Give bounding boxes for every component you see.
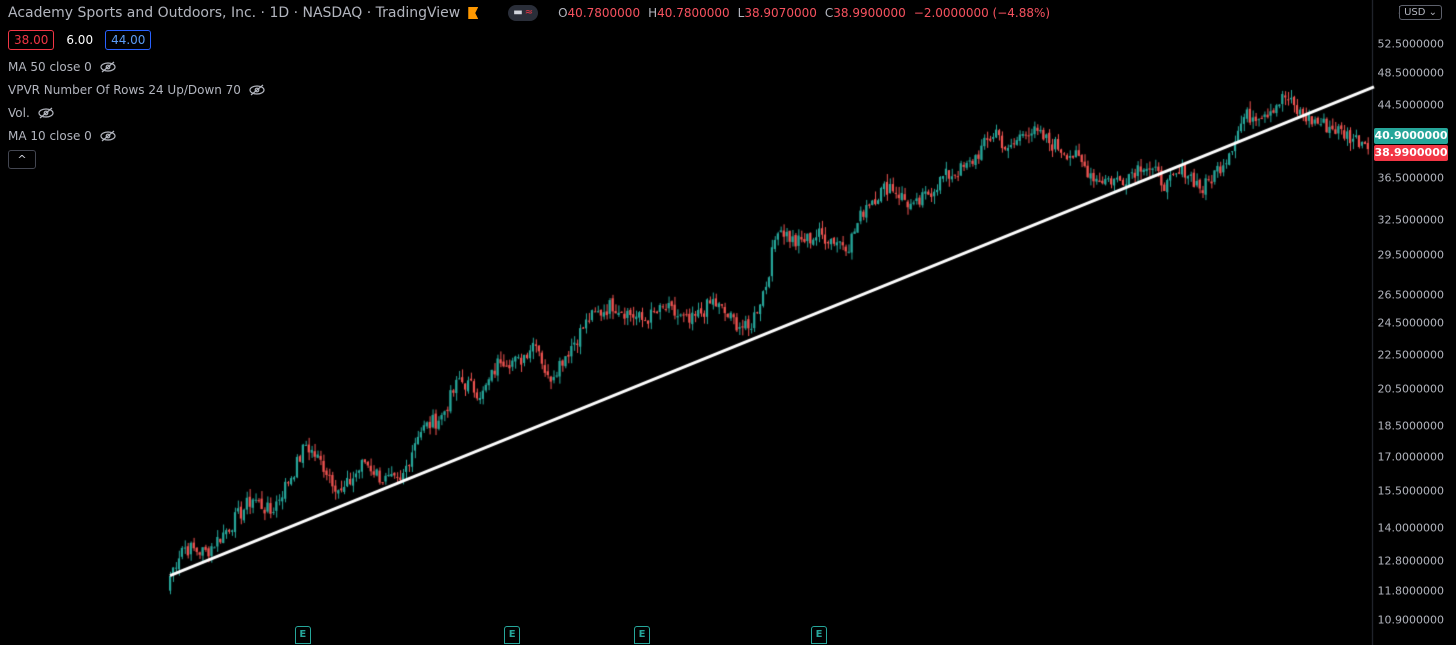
y-tick-label: 18.5000000 bbox=[1377, 419, 1444, 433]
price-tag-green: 40.9000000 bbox=[1374, 127, 1448, 144]
ohlc-open: O40.7800000 bbox=[558, 6, 641, 20]
y-tick-label: 17.0000000 bbox=[1377, 450, 1444, 464]
y-tick-label: 22.5000000 bbox=[1377, 348, 1444, 362]
indicator-toggle[interactable]: ▬ ≈ bbox=[508, 5, 539, 21]
indicator-label: MA 50 close 0 bbox=[8, 60, 92, 74]
indicator-label: Vol. bbox=[8, 106, 30, 120]
y-tick-label: 26.5000000 bbox=[1377, 288, 1444, 302]
eye-hidden-icon[interactable] bbox=[249, 84, 265, 96]
indicator-label: MA 10 close 0 bbox=[8, 129, 92, 143]
y-tick-label: 36.5000000 bbox=[1377, 171, 1444, 184]
y-tick-label: 32.5000000 bbox=[1377, 213, 1444, 227]
eye-hidden-icon[interactable] bbox=[100, 130, 116, 142]
y-tick-label: 48.5000000 bbox=[1377, 66, 1444, 80]
y-tick-label: 24.5000000 bbox=[1377, 316, 1444, 330]
indicator-label: VPVR Number Of Rows 24 Up/Down 70 bbox=[8, 83, 241, 97]
minus-icon: ▬ bbox=[513, 7, 523, 18]
price-tag-last: 38.9900000 bbox=[1374, 145, 1448, 162]
indicator-ma10[interactable]: MA 10 close 0 bbox=[8, 129, 116, 143]
earnings-marker[interactable]: E bbox=[811, 626, 827, 644]
ohlc-low: L38.9070000 bbox=[737, 6, 817, 20]
earnings-marker[interactable]: E bbox=[504, 626, 521, 644]
y-tick-label: 52.5000000 bbox=[1377, 37, 1444, 51]
trade-boxes: 38.00 6.00 44.00 bbox=[8, 30, 152, 50]
y-tick-label: 14.0000000 bbox=[1377, 521, 1444, 535]
ohlc-close: C38.9900000 bbox=[824, 6, 906, 20]
ohlc-values: O40.7800000 H40.7800000 L38.9070000 C38.… bbox=[558, 6, 1050, 20]
wave-icon: ≈ bbox=[524, 7, 534, 18]
indicator-vpvr[interactable]: VPVR Number Of Rows 24 Up/Down 70 bbox=[8, 83, 265, 97]
ohlc-high: H40.7800000 bbox=[648, 6, 730, 20]
flag-icon[interactable] bbox=[468, 7, 479, 19]
eye-hidden-icon[interactable] bbox=[100, 61, 116, 73]
chevron-up-icon[interactable]: ^ bbox=[8, 150, 36, 169]
ohlc-change: −2.0000000 (−4.88%) bbox=[913, 6, 1051, 20]
indicator-ma50[interactable]: MA 50 close 0 bbox=[8, 60, 116, 74]
currency-selector[interactable]: USD ⌄ bbox=[1399, 5, 1442, 20]
earnings-marker[interactable]: E bbox=[294, 626, 311, 644]
y-tick-label: 15.5000000 bbox=[1377, 484, 1444, 498]
indicator-volume[interactable]: Vol. bbox=[8, 106, 54, 120]
y-tick-label: 20.5000000 bbox=[1377, 382, 1444, 396]
symbol-title[interactable]: Academy Sports and Outdoors, Inc. · 1D ·… bbox=[8, 5, 460, 21]
sell-price-box[interactable]: 38.00 bbox=[8, 30, 55, 50]
chart-header: Academy Sports and Outdoors, Inc. · 1D ·… bbox=[8, 5, 1050, 21]
currency-label: USD bbox=[1404, 7, 1426, 18]
y-tick-label: 10.9000000 bbox=[1377, 613, 1444, 627]
earnings-marker[interactable]: E bbox=[634, 626, 650, 644]
y-tick-label: 11.8000000 bbox=[1377, 584, 1444, 598]
y-tick-label: 44.5000000 bbox=[1377, 98, 1444, 112]
buy-price-box[interactable]: 44.00 bbox=[105, 30, 152, 50]
spread-value: 6.00 bbox=[66, 33, 94, 47]
y-tick-label: 12.8000000 bbox=[1377, 554, 1444, 568]
y-tick-label: 29.5000000 bbox=[1377, 248, 1444, 262]
eye-hidden-icon[interactable] bbox=[38, 107, 54, 119]
